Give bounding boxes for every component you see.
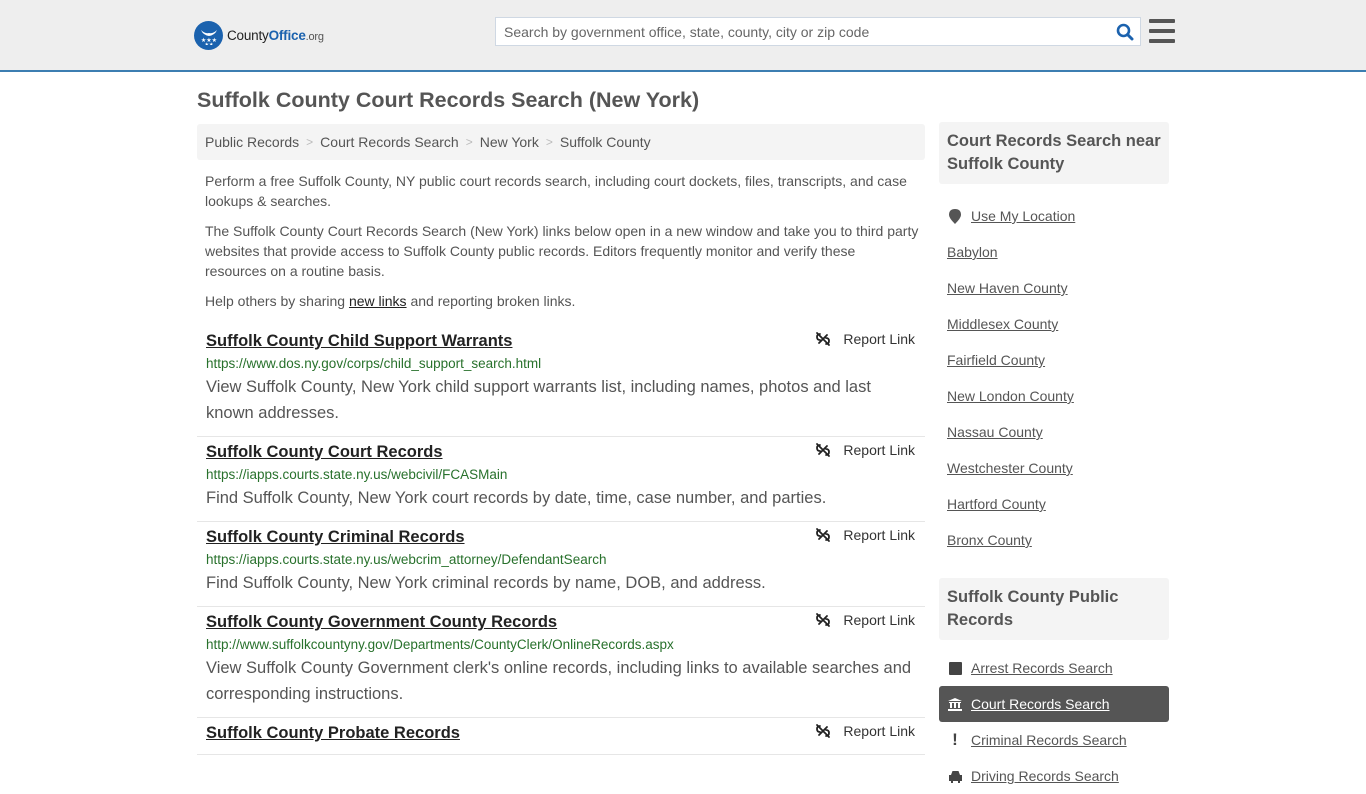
- result-item: Suffolk County Court Records Report Link…: [197, 437, 925, 522]
- page-title: Suffolk County Court Records Search (New…: [197, 88, 700, 112]
- nearby-link-bronx-county[interactable]: Bronx County: [947, 532, 1032, 548]
- broken-link-icon: [816, 528, 831, 542]
- nearby-item: New Haven County: [939, 270, 1169, 306]
- nearby-link-middlesex-county[interactable]: Middlesex County: [947, 316, 1058, 332]
- result-url: https://iapps.courts.state.ny.us/webcrim…: [206, 552, 607, 567]
- breadcrumb: Public Records > Court Records Search > …: [197, 124, 925, 160]
- intro-paragraph: The Suffolk County Court Records Search …: [205, 223, 919, 279]
- hamburger-menu-icon[interactable]: [1149, 19, 1175, 43]
- nearby-item: Bronx County: [939, 522, 1169, 558]
- use-my-location-item: Use My Location: [939, 198, 1169, 234]
- broken-link-icon: [816, 724, 831, 738]
- result-title-link[interactable]: Suffolk County Probate Records: [206, 722, 460, 744]
- result-description: Find Suffolk County, New York court reco…: [206, 489, 827, 507]
- nearby-item: Middlesex County: [939, 306, 1169, 342]
- search-icon: [1116, 23, 1134, 40]
- nearby-item: Westchester County: [939, 450, 1169, 486]
- logo-eagle-icon: ★★★ ★★: [194, 20, 223, 50]
- nearby-item: Babylon: [939, 234, 1169, 270]
- breadcrumb-suffolk-county[interactable]: Suffolk County: [560, 134, 651, 150]
- use-my-location-link[interactable]: Use My Location: [971, 208, 1075, 224]
- broken-link-icon: [816, 613, 831, 627]
- nearby-link-babylon[interactable]: Babylon: [947, 244, 998, 260]
- result-title-link[interactable]: Suffolk County Government County Records: [206, 611, 557, 633]
- public-records-item: Arrest Records Search: [939, 650, 1169, 686]
- intro-paragraph: Perform a free Suffolk County, NY public…: [205, 173, 907, 209]
- report-link-button[interactable]: Report Link: [815, 723, 915, 739]
- result-url: http://www.suffolkcountyny.gov/Departmen…: [206, 637, 674, 652]
- court-records-search-link[interactable]: Court Records Search: [971, 696, 1110, 712]
- intro-help-paragraph: Help others by sharing new links and rep…: [205, 293, 576, 309]
- courthouse-icon: [947, 697, 963, 711]
- nearby-item: New London County: [939, 378, 1169, 414]
- report-link-button[interactable]: Report Link: [815, 442, 915, 458]
- broken-link-icon: [816, 443, 831, 457]
- nearby-list: Use My Location Babylon New Haven County…: [939, 184, 1169, 558]
- result-url: https://www.dos.ny.gov/corps/child_suppo…: [206, 356, 542, 371]
- site-header: ★★★ ★★ CountyOffice.org: [0, 0, 1366, 72]
- result-description: View Suffolk County, New York child supp…: [206, 378, 871, 422]
- nearby-link-fairfield-county[interactable]: Fairfield County: [947, 352, 1045, 368]
- broken-link-icon: [816, 332, 831, 346]
- result-item: Suffolk County Probate Records Report Li…: [197, 718, 925, 755]
- nearby-item: Fairfield County: [939, 342, 1169, 378]
- exclamation-icon: !: [952, 730, 958, 749]
- result-item: Suffolk County Child Support Warrants Re…: [197, 326, 925, 437]
- nearby-link-hartford-county[interactable]: Hartford County: [947, 496, 1046, 512]
- results-list: Suffolk County Child Support Warrants Re…: [197, 326, 925, 755]
- map-marker-icon: [947, 208, 963, 224]
- sidebar: Court Records Search near Suffolk County…: [939, 122, 1169, 794]
- logo-text: CountyOffice.org: [227, 27, 324, 43]
- report-link-button[interactable]: Report Link: [815, 331, 915, 347]
- breadcrumb-new-york[interactable]: New York: [480, 134, 539, 150]
- result-title-link[interactable]: Suffolk County Child Support Warrants: [206, 330, 512, 352]
- square-icon: [947, 661, 963, 675]
- svg-text:★★: ★★: [204, 42, 213, 45]
- public-records-item: ! Criminal Records Search: [939, 722, 1169, 758]
- site-logo[interactable]: ★★★ ★★ CountyOffice.org: [194, 20, 324, 50]
- result-description: Find Suffolk County, New York criminal r…: [206, 574, 766, 592]
- search-box: [495, 17, 1141, 46]
- result-item: Suffolk County Criminal Records Report L…: [197, 522, 925, 607]
- public-records-heading: Suffolk County Public Records: [939, 578, 1169, 640]
- search-button[interactable]: [1110, 18, 1140, 45]
- result-item: Suffolk County Government County Records…: [197, 607, 925, 718]
- intro-text: Perform a free Suffolk County, NY public…: [205, 171, 920, 321]
- public-records-item-active: Court Records Search: [939, 686, 1169, 722]
- nearby-link-new-london-county[interactable]: New London County: [947, 388, 1074, 404]
- breadcrumb-separator-icon: >: [306, 135, 314, 149]
- report-link-button[interactable]: Report Link: [815, 527, 915, 543]
- new-links-link[interactable]: new links: [349, 293, 407, 309]
- nearby-item: Hartford County: [939, 486, 1169, 522]
- result-description: View Suffolk County Government clerk's o…: [206, 659, 912, 703]
- nearby-link-westchester-county[interactable]: Westchester County: [947, 460, 1073, 476]
- breadcrumb-public-records[interactable]: Public Records: [205, 134, 299, 150]
- criminal-records-search-link[interactable]: Criminal Records Search: [971, 732, 1127, 748]
- report-link-button[interactable]: Report Link: [815, 612, 915, 628]
- breadcrumb-separator-icon: >: [465, 135, 473, 149]
- result-url: https://iapps.courts.state.ny.us/webcivi…: [206, 467, 508, 482]
- arrest-records-search-link[interactable]: Arrest Records Search: [971, 660, 1113, 676]
- public-records-list: Arrest Records Search Court Records Sear…: [939, 640, 1169, 794]
- breadcrumb-separator-icon: >: [545, 135, 553, 149]
- driving-records-search-link[interactable]: Driving Records Search: [971, 768, 1119, 784]
- nearby-link-nassau-county[interactable]: Nassau County: [947, 424, 1043, 440]
- result-title-link[interactable]: Suffolk County Criminal Records: [206, 526, 465, 548]
- nearby-link-new-haven-county[interactable]: New Haven County: [947, 280, 1068, 296]
- breadcrumb-court-records-search[interactable]: Court Records Search: [320, 134, 459, 150]
- nearby-item: Nassau County: [939, 414, 1169, 450]
- nearby-heading: Court Records Search near Suffolk County: [939, 122, 1169, 184]
- result-title-link[interactable]: Suffolk County Court Records: [206, 441, 443, 463]
- car-icon: [947, 770, 963, 783]
- search-input[interactable]: [496, 18, 1110, 45]
- public-records-item: Driving Records Search: [939, 758, 1169, 794]
